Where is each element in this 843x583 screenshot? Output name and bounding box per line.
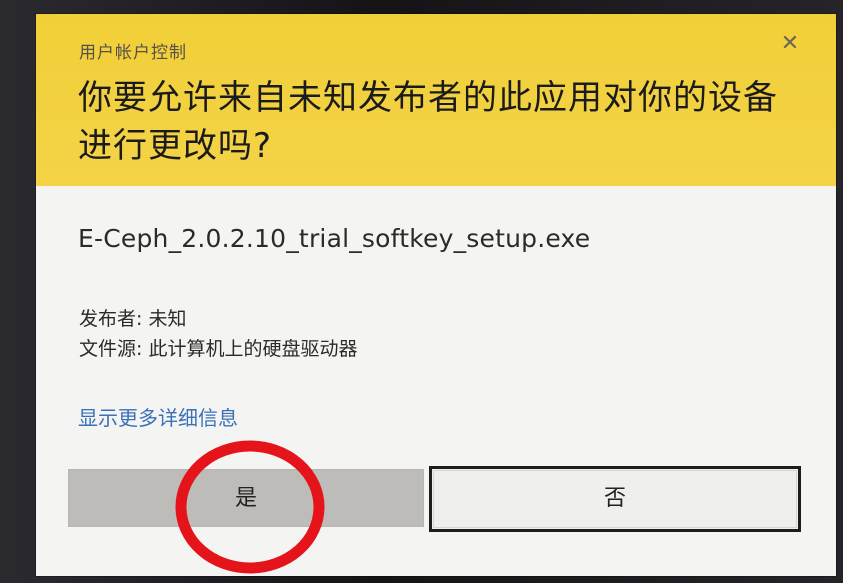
dialog-header: 用户帐户控制 ✕ 你要允许来自未知发布者的此应用对你的设备进行更改吗? [36, 14, 836, 186]
uac-dialog: 用户帐户控制 ✕ 你要允许来自未知发布者的此应用对你的设备进行更改吗? E-Ce… [36, 14, 836, 576]
red-circle-annotation [175, 440, 325, 574]
file-origin-text: 文件源: 此计算机上的硬盘驱动器 [79, 338, 358, 360]
dialog-title: 用户帐户控制 [79, 43, 187, 63]
dialog-headline: 你要允许来自未知发布者的此应用对你的设备进行更改吗? [78, 78, 778, 166]
show-details-link[interactable]: 显示更多详细信息 [78, 402, 238, 431]
no-button[interactable]: 否 [429, 466, 801, 532]
close-icon[interactable]: ✕ [778, 32, 802, 56]
program-name: E-Ceph_2.0.2.10_trial_softkey_setup.exe [78, 224, 591, 253]
publisher-text: 发布者: 未知 [79, 308, 187, 330]
program-meta: 发布者: 未知 文件源: 此计算机上的硬盘驱动器 [79, 304, 357, 364]
